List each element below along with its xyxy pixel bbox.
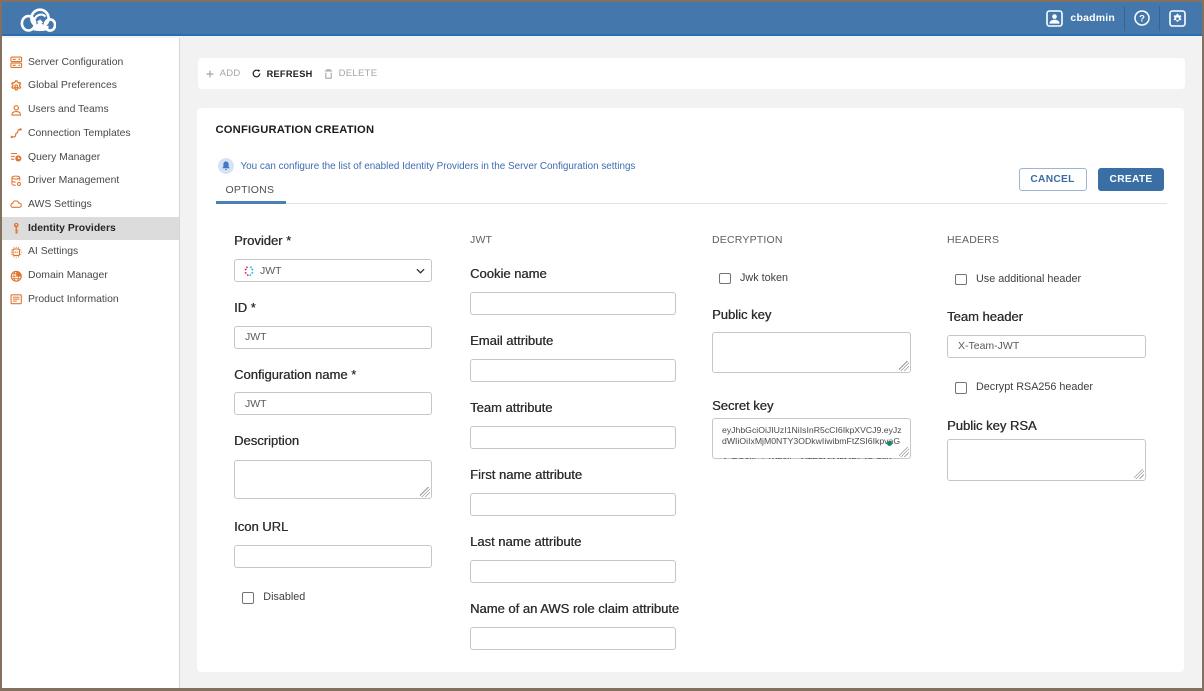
svg-text:?: ? bbox=[1139, 14, 1145, 25]
